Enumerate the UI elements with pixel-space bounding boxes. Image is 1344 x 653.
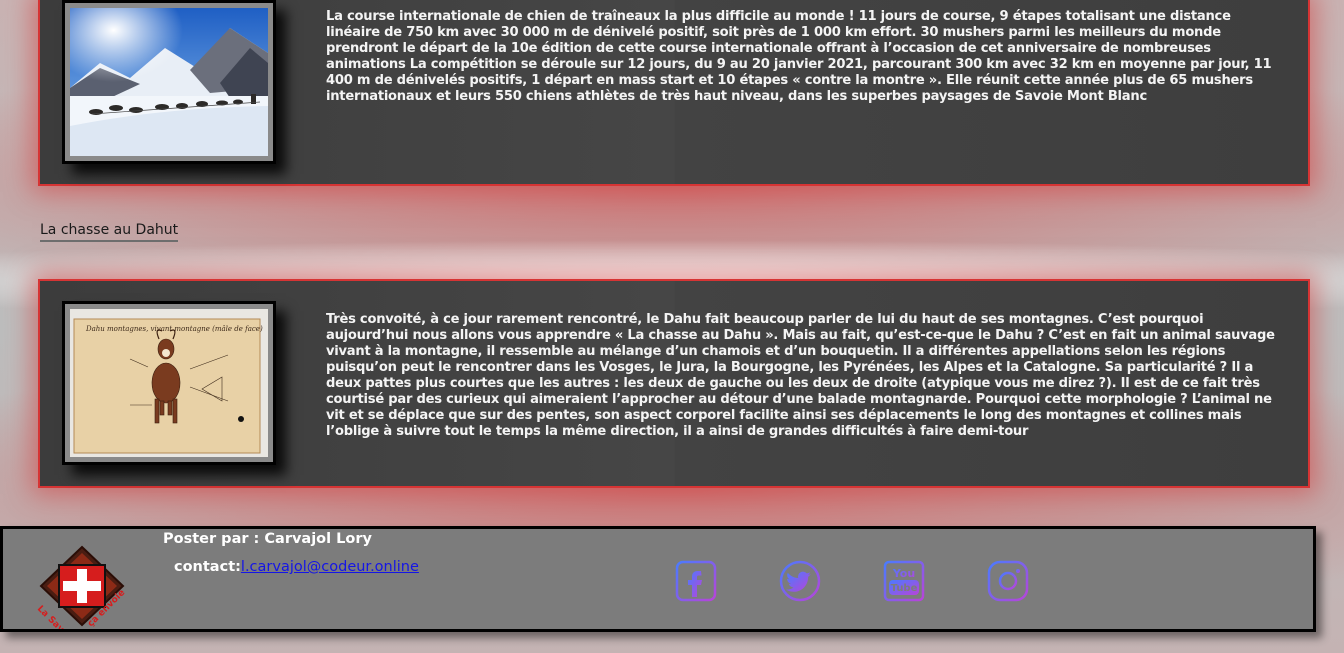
article-sled-race: La course internationale de chien de tra… — [38, 0, 1310, 186]
facebook-icon[interactable] — [674, 559, 718, 603]
dahu-drawing-image[interactable]: Dahu montagnes, vivant montagne (mâle de… — [62, 301, 276, 465]
instagram-icon[interactable] — [986, 559, 1030, 603]
svg-text:Dahu montagnes, vivant montagn: Dahu montagnes, vivant montagne (mâle de… — [85, 325, 263, 333]
twitter-icon[interactable] — [778, 559, 822, 603]
svg-text:You: You — [892, 567, 915, 580]
la-savoie-logo: La Savoie ça envoie — [29, 543, 135, 646]
svg-text:Tube: Tube — [891, 583, 918, 594]
contact-label: contact: — [174, 559, 241, 575]
link-chasse-au-dahut[interactable]: La chasse au Dahut — [40, 222, 179, 242]
article-dahu: Dahu montagnes, vivant montagne (mâle de… — [38, 279, 1310, 488]
youtube-icon[interactable]: You Tube — [882, 559, 926, 603]
article-text: Très convoité, à ce jour rarement rencon… — [326, 312, 1275, 439]
site-footer: La Savoie ça envoie Poster par : Carvajo… — [0, 526, 1316, 646]
poster-credit: Poster par : Carvajol Lory — [163, 531, 372, 547]
sled-dogs-image[interactable] — [62, 0, 276, 164]
contact-line: contact:l.carvajol@codeur.online — [174, 559, 419, 575]
contact-email-link[interactable]: l.carvajol@codeur.online — [241, 559, 419, 575]
article-text: La course internationale de chien de tra… — [326, 9, 1272, 104]
